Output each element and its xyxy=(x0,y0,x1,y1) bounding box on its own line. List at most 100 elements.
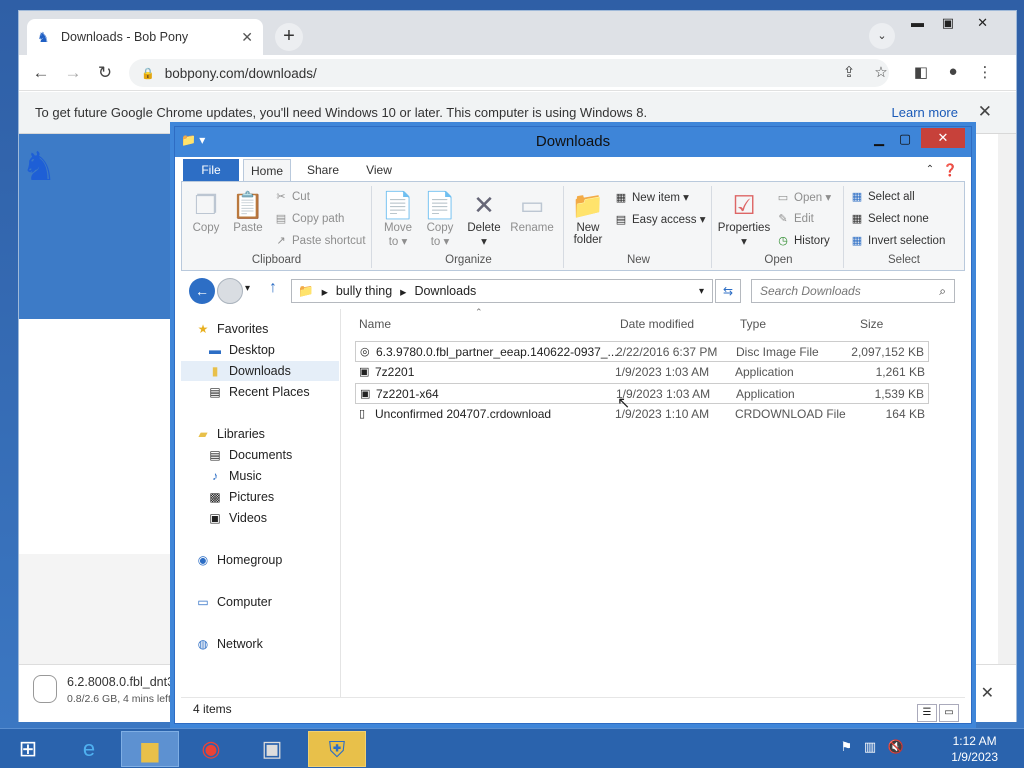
control-panel-icon[interactable]: ▣ xyxy=(243,731,301,767)
minimize-icon[interactable]: ▬ xyxy=(911,15,924,30)
security-shield-icon[interactable]: ⛨ xyxy=(308,731,366,767)
search-icon[interactable]: ⌕ xyxy=(939,280,946,302)
explorer-forward-icon[interactable] xyxy=(217,278,243,304)
chrome-toolbar: ← → ↻ 🔒 bobpony.com/downloads/ ⇪ ☆ ◧ ● ⋮ xyxy=(19,55,1016,91)
delete-button[interactable]: ✕ Delete ▾ xyxy=(464,188,504,248)
tab-home[interactable]: Home xyxy=(243,159,291,181)
pictures-icon: ▩ xyxy=(209,490,221,504)
paste-shortcut-button[interactable]: ↗ Paste shortcut xyxy=(274,234,365,247)
edit-button[interactable]: ✎ Edit xyxy=(776,212,813,225)
internet-explorer-icon[interactable]: e xyxy=(60,731,118,767)
nav-favorites[interactable]: ★ Favorites xyxy=(195,319,353,339)
rename-button[interactable]: ▭ Rename xyxy=(508,188,556,234)
copy-to-button[interactable]: 📄 Copy to ▾ xyxy=(420,188,460,248)
new-folder-button[interactable]: 📁 New folder xyxy=(568,188,608,246)
browser-tab[interactable]: ♞ Downloads - Bob Pony ✕ xyxy=(27,19,263,55)
clock[interactable]: 1:12 AM 1/9/2023 xyxy=(951,733,998,765)
column-date-modified[interactable]: Date modified xyxy=(620,317,694,331)
nav-homegroup[interactable]: ◉ Homegroup xyxy=(195,550,353,570)
column-name[interactable]: Name xyxy=(359,317,391,331)
file-row[interactable]: ▣ 7z2201-x64 1/9/2023 1:03 AM Applicatio… xyxy=(355,383,929,404)
side-panel-icon[interactable]: ◧ xyxy=(911,63,931,81)
large-icons-view-icon[interactable]: ▭ xyxy=(939,704,959,722)
file-explorer-taskbar-icon[interactable]: ▆ xyxy=(121,731,179,767)
explorer-back-icon[interactable]: ← xyxy=(189,278,215,304)
bookmark-star-icon[interactable]: ☆ xyxy=(871,63,891,81)
history-button[interactable]: ◷ History xyxy=(776,234,830,247)
nav-music[interactable]: ♪ Music xyxy=(181,466,339,486)
invert-selection-button[interactable]: ▦ Invert selection xyxy=(850,234,946,247)
download-item[interactable]: 6.2.8008.0.fbl_dnt3 0.8/2.6 GB, 4 mins l… xyxy=(33,675,174,705)
nav-documents[interactable]: ▤ Documents xyxy=(181,445,339,465)
paste-button[interactable]: 📋 Paste xyxy=(228,188,268,234)
profile-avatar-icon[interactable]: ● xyxy=(943,63,963,80)
nav-desktop[interactable]: ▬ Desktop xyxy=(181,340,339,360)
up-arrow-icon[interactable]: ↑ xyxy=(269,279,277,297)
nav-libraries[interactable]: ▰ Libraries xyxy=(195,424,353,444)
nav-pictures[interactable]: ▩ Pictures xyxy=(181,487,339,507)
start-windows-icon[interactable]: ⊞ xyxy=(8,733,48,765)
select-none-button[interactable]: ▦ Select none xyxy=(850,212,929,225)
learn-more-link[interactable]: Learn more xyxy=(892,105,958,120)
nav-computer[interactable]: ▭ Computer xyxy=(195,592,353,612)
flag-icon[interactable]: ⚑ xyxy=(841,739,853,754)
explorer-close-icon[interactable]: ✕ xyxy=(921,128,965,148)
tab-view[interactable]: View xyxy=(355,159,403,181)
explorer-titlebar[interactable]: 📁 ▾ Downloads ▁ ▢ ✕ xyxy=(175,127,971,157)
share-icon[interactable]: ⇪ xyxy=(839,63,859,81)
explorer-search-input[interactable]: Search Downloads ⌕ xyxy=(751,279,955,303)
new-group-label: New xyxy=(626,254,650,266)
nav-videos[interactable]: ▣ Videos xyxy=(181,508,339,528)
reload-icon[interactable]: ↻ xyxy=(93,61,117,85)
copy-to-icon: 📄 xyxy=(423,190,457,220)
address-bar[interactable]: 🔒 bobpony.com/downloads/ xyxy=(129,59,889,87)
tab-search-button[interactable]: ⌄ xyxy=(869,23,895,49)
details-view-icon[interactable]: ☰ xyxy=(917,704,937,722)
address-dropdown-icon[interactable]: ▾ xyxy=(699,286,704,297)
column-size[interactable]: Size xyxy=(860,317,883,331)
network-tray-icon[interactable]: ▥ xyxy=(864,739,876,754)
maximize-icon[interactable]: ▣ xyxy=(942,15,954,31)
back-arrow-icon[interactable]: ← xyxy=(29,61,53,85)
file-row[interactable]: ◎ 6.3.9780.0.fbl_partner_eeap.140622-093… xyxy=(355,341,929,362)
explorer-address-bar[interactable]: 📁 ▸ bully thing ▸ Downloads ▾ xyxy=(291,279,713,303)
move-to-button[interactable]: 📄 Move to ▾ xyxy=(378,188,418,248)
tab-close-icon[interactable]: ✕ xyxy=(241,29,253,46)
recent-locations-icon[interactable]: ▾ xyxy=(245,283,250,294)
breadcrumb-downloads[interactable]: Downloads xyxy=(414,284,476,298)
cut-button[interactable]: ✂ Cut xyxy=(274,190,310,203)
file-row[interactable]: ▣ 7z2201 1/9/2023 1:03 AM Application 1,… xyxy=(355,362,929,383)
volume-muted-icon[interactable]: 🔇 xyxy=(888,739,904,754)
clipboard-group: ❐ Copy 📋 Paste ✂ Cut ▤ Copy path ↗ Paste shor… xyxy=(182,186,372,268)
download-shelf-close-icon[interactable]: ✕ xyxy=(981,683,994,703)
new-tab-button[interactable]: + xyxy=(275,23,303,51)
help-icon[interactable]: ❓ xyxy=(941,159,959,181)
tab-share[interactable]: Share xyxy=(299,159,347,181)
explorer-maximize-icon[interactable]: ▢ xyxy=(891,129,919,149)
move-to-icon: 📄 xyxy=(381,190,415,220)
chrome-taskbar-icon[interactable]: ◉ xyxy=(182,731,240,767)
file-row[interactable]: ▯ Unconfirmed 204707.crdownload 1/9/2023… xyxy=(355,404,929,425)
refresh-icon[interactable]: ⇆ xyxy=(715,279,741,303)
page-scrollbar[interactable] xyxy=(998,134,1016,664)
close-window-icon[interactable]: ✕ xyxy=(977,15,988,31)
open-button[interactable]: ▭ Open ▾ xyxy=(776,190,831,204)
nav-downloads[interactable]: ▮ Downloads xyxy=(181,361,339,381)
new-item-icon: ▦ xyxy=(615,192,627,204)
copy-path-button[interactable]: ▤ Copy path xyxy=(274,212,345,225)
menu-kebab-icon[interactable]: ⋮ xyxy=(975,63,995,81)
breadcrumb-bully-thing[interactable]: bully thing xyxy=(336,284,392,298)
select-all-button[interactable]: ▦ Select all xyxy=(850,190,915,203)
nav-network[interactable]: ◍ Network xyxy=(195,634,353,654)
column-type[interactable]: Type xyxy=(740,317,766,331)
easy-access-button[interactable]: ▤ Easy access ▾ xyxy=(614,212,706,226)
copy-button[interactable]: ❐ Copy xyxy=(186,188,226,234)
ribbon-collapse-icon[interactable]: ⌃ xyxy=(921,159,939,181)
properties-button[interactable]: ☑ Properties ▾ xyxy=(716,188,772,248)
tab-file[interactable]: File xyxy=(183,159,239,181)
forward-arrow-icon[interactable]: → xyxy=(61,61,85,85)
explorer-minimize-icon[interactable]: ▁ xyxy=(865,129,893,149)
new-item-button[interactable]: ▦ New item ▾ xyxy=(614,190,689,204)
infobar-close-icon[interactable]: ✕ xyxy=(978,102,992,122)
nav-recent-places[interactable]: ▤ Recent Places xyxy=(181,382,339,402)
